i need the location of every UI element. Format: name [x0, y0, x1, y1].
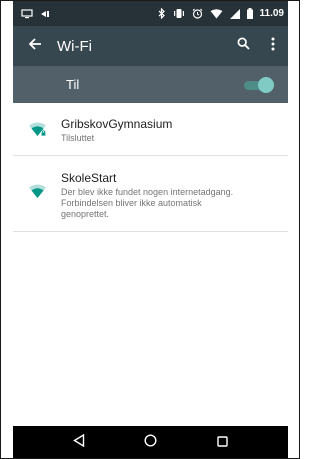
app-bar: Wi-Fi: [13, 26, 288, 66]
switch-thumb: [258, 76, 274, 93]
vibrate-icon: [173, 8, 185, 19]
network-status: Der blev ikke fundet nogen internetadgan…: [61, 187, 234, 219]
navigation-bar: [13, 426, 288, 458]
network-list-item[interactable]: SkoleStart Der blev ikke fundet nogen in…: [13, 156, 288, 232]
network-text: GribskovGymnasium Tilsluttet: [61, 103, 288, 144]
network-status: Tilsluttet: [61, 133, 95, 143]
wifi-switch[interactable]: [240, 75, 274, 95]
status-bar-left: [21, 8, 50, 19]
cell-signal-icon: [229, 8, 240, 19]
nav-back-button[interactable]: [59, 426, 99, 458]
network-text: SkoleStart Der blev ikke fundet nogen in…: [61, 156, 288, 220]
battery-icon: [246, 8, 253, 19]
wifi-icon: [13, 156, 61, 199]
network-list-item[interactable]: GribskovGymnasium Tilsluttet: [13, 103, 288, 156]
back-triangle-icon: [72, 433, 85, 452]
status-time: 11.09: [259, 8, 284, 19]
wifi-signal-icon: [210, 8, 223, 19]
cast-icon: [40, 9, 50, 19]
more-options-button[interactable]: [258, 26, 288, 66]
screen-icon: [21, 8, 33, 19]
recents-square-icon: [216, 434, 228, 452]
page-title: Wi-Fi: [57, 37, 92, 55]
network-name: GribskovGymnasium: [61, 117, 173, 131]
bluetooth-icon: [158, 8, 166, 19]
arrow-back-icon: [28, 37, 42, 56]
home-circle-icon: [144, 434, 157, 452]
back-button[interactable]: [13, 26, 57, 66]
network-name: SkoleStart: [61, 171, 117, 185]
nav-home-button[interactable]: [130, 426, 170, 458]
more-vert-icon: [271, 37, 275, 56]
toggle-label: Til: [66, 77, 80, 92]
nav-recents-button[interactable]: [202, 426, 242, 458]
search-button[interactable]: [228, 26, 258, 66]
alarm-icon: [192, 8, 203, 19]
wifi-locked-icon: [13, 103, 61, 137]
search-icon: [237, 37, 250, 55]
status-bar: 11.09: [13, 1, 288, 26]
phone-screen: 11.09 Wi-Fi Til GribskovGymnasium Tilslu…: [0, 0, 300, 459]
wifi-master-toggle-row[interactable]: Til: [13, 66, 288, 103]
status-bar-right: 11.09: [158, 8, 284, 19]
